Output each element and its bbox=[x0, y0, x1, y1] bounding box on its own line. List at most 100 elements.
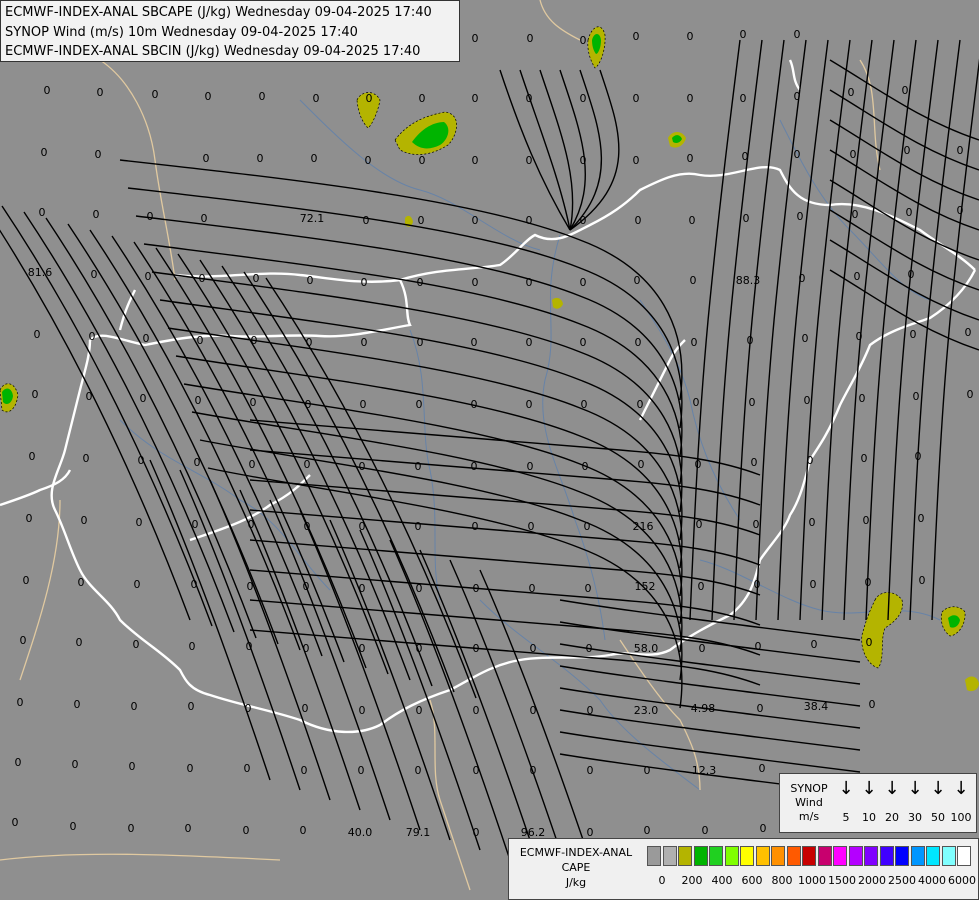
synop-legend-title-line-2: Wind bbox=[795, 796, 823, 809]
cape-legend-swatch bbox=[926, 846, 940, 866]
cin-value-label: 38.4 bbox=[804, 700, 829, 713]
map-background bbox=[0, 0, 979, 900]
cin-value-label: 0 bbox=[587, 704, 594, 717]
cin-value-label: 0 bbox=[526, 336, 533, 349]
cin-value-label: 0 bbox=[633, 30, 640, 43]
cin-value-label: 0 bbox=[250, 396, 257, 409]
cin-value-label: 0 bbox=[246, 640, 253, 653]
cin-value-label: 81.6 bbox=[28, 266, 53, 279]
cin-value-label: 0 bbox=[587, 764, 594, 777]
cin-value-label: 0 bbox=[70, 820, 77, 833]
cin-value-label: 0 bbox=[34, 328, 41, 341]
cape-legend-swatch bbox=[693, 846, 708, 866]
cin-value-label: 0 bbox=[358, 764, 365, 777]
cin-value-label: 0 bbox=[74, 698, 81, 711]
synop-legend-value: 20 bbox=[885, 811, 899, 824]
cin-value-label: 0 bbox=[303, 642, 310, 655]
cape-legend-swatch bbox=[910, 846, 925, 866]
cin-value-label: 0 bbox=[128, 822, 135, 835]
cin-value-label: 0 bbox=[633, 92, 640, 105]
cin-value-label: 0 bbox=[702, 824, 709, 837]
cin-value-label: 0 bbox=[472, 154, 479, 167]
cin-value-label: 0 bbox=[416, 582, 423, 595]
cin-value-label: 0 bbox=[81, 514, 88, 527]
cin-value-label: 0 bbox=[850, 148, 857, 161]
cin-value-label: 0 bbox=[305, 398, 312, 411]
cin-value-label: 0 bbox=[472, 520, 479, 533]
cape-legend-tick: 800 bbox=[771, 874, 793, 887]
cin-value-label: 0 bbox=[635, 336, 642, 349]
cin-value-label: 0 bbox=[304, 458, 311, 471]
synop-legend-value: 5 bbox=[842, 811, 850, 824]
title-line-cape: ECMWF-INDEX-ANAL SBCAPE (J/kg) Wednesday… bbox=[5, 5, 432, 20]
cin-value-label: 0 bbox=[313, 92, 320, 105]
wind-arrow-down-icon: ↓ bbox=[838, 778, 854, 799]
title-line-cin: ECMWF-INDEX-ANAL SBCIN (J/kg) Wednesday … bbox=[5, 44, 421, 59]
cin-value-label: 0 bbox=[203, 152, 210, 165]
cin-value-label: 0 bbox=[910, 328, 917, 341]
cin-value-label: 0 bbox=[86, 390, 93, 403]
cin-value-label: 0 bbox=[797, 210, 804, 223]
synop-wind-legend: SYNOP Wind m/s ↓ ↓ ↓ ↓ ↓ ↓ 5 10 20 30 50… bbox=[779, 773, 977, 833]
cin-value-label: 0 bbox=[753, 518, 760, 531]
cin-value-label: 0 bbox=[136, 516, 143, 529]
cape-legend-title: ECMWF-INDEX-ANAL CAPE J/kg bbox=[511, 845, 641, 890]
cin-value-label: 0 bbox=[416, 398, 423, 411]
cin-value-label: 0 bbox=[848, 86, 855, 99]
cin-value-label: 0 bbox=[91, 268, 98, 281]
cin-value-label: 0 bbox=[695, 458, 702, 471]
cin-value-label: 0 bbox=[363, 214, 370, 227]
cin-value-label: 0 bbox=[967, 388, 974, 401]
wind-arrow-down-icon: ↓ bbox=[861, 778, 877, 799]
cin-value-label: 0 bbox=[693, 396, 700, 409]
cin-value-label: 152 bbox=[635, 580, 656, 593]
cin-value-label: 0 bbox=[15, 756, 22, 769]
cin-value-label: 0 bbox=[302, 702, 309, 715]
cin-value-label: 0 bbox=[307, 274, 314, 287]
cin-value-label: 0 bbox=[866, 636, 873, 649]
cape-legend-tick: 600 bbox=[741, 874, 763, 887]
cin-value-label: 0 bbox=[417, 276, 424, 289]
cin-value-label: 0 bbox=[72, 758, 79, 771]
cin-value-label: 0 bbox=[869, 698, 876, 711]
cin-value-label: 0 bbox=[195, 394, 202, 407]
cin-value-label: 0 bbox=[131, 700, 138, 713]
cape-legend-swatch bbox=[833, 846, 847, 866]
cin-value-label: 0 bbox=[580, 336, 587, 349]
synop-legend-value: 10 bbox=[862, 811, 876, 824]
cin-value-label: 0 bbox=[473, 704, 480, 717]
cape-legend-title-line-3: J/kg bbox=[565, 876, 587, 889]
cin-value-label: 0 bbox=[908, 268, 915, 281]
cin-value-label: 0 bbox=[185, 822, 192, 835]
cin-value-label: 0 bbox=[747, 334, 754, 347]
cin-value-label: 0 bbox=[580, 276, 587, 289]
cape-legend-tick: 1000 bbox=[798, 874, 826, 887]
cin-value-label: 0 bbox=[757, 702, 764, 715]
cin-value-label: 0 bbox=[755, 640, 762, 653]
wind-arrow-down-icon: ↓ bbox=[884, 778, 900, 799]
cin-value-label: 0 bbox=[253, 272, 260, 285]
cin-value-label: 0 bbox=[311, 152, 318, 165]
cape-legend-swatch bbox=[957, 846, 971, 866]
cin-value-label: 0 bbox=[145, 270, 152, 283]
cin-value-label: 0 bbox=[759, 762, 766, 775]
cin-value-label: 0 bbox=[526, 154, 533, 167]
cape-legend-swatch bbox=[895, 846, 909, 866]
cin-value-label: 0 bbox=[804, 394, 811, 407]
cin-value-label: 0 bbox=[359, 520, 366, 533]
cin-value-label: 0 bbox=[527, 32, 534, 45]
cin-value-label: 0 bbox=[811, 638, 818, 651]
synop-legend-value: 100 bbox=[950, 811, 972, 824]
cin-value-label: 23.0 bbox=[634, 704, 659, 717]
cin-value-label: 0 bbox=[689, 214, 696, 227]
cin-value-label: 0 bbox=[41, 146, 48, 159]
cin-value-label: 0 bbox=[39, 206, 46, 219]
cin-value-label: 0 bbox=[749, 396, 756, 409]
cin-value-label: 0 bbox=[530, 764, 537, 777]
cape-legend-swatch bbox=[771, 846, 785, 866]
cin-value-label: 0 bbox=[143, 332, 150, 345]
cin-value-label: 0 bbox=[359, 642, 366, 655]
cin-value-label: 0 bbox=[416, 704, 423, 717]
cin-value-label: 0 bbox=[637, 398, 644, 411]
cin-value-label: 0 bbox=[740, 28, 747, 41]
